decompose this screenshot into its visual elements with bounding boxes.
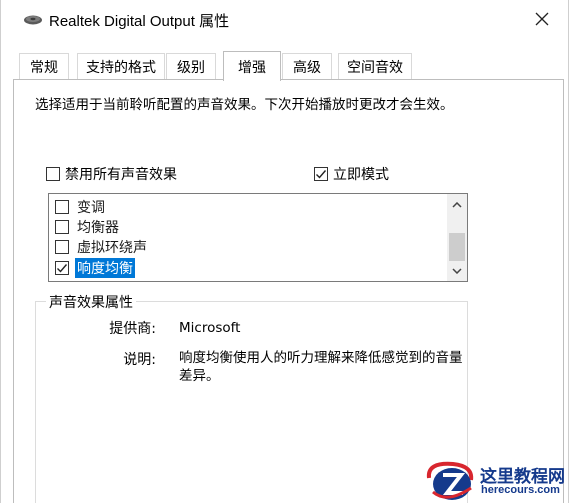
checkbox-box[interactable] — [55, 260, 69, 275]
checkbox-box[interactable] — [55, 219, 69, 234]
tab-strip: 常规 支持的格式 级别 增强 高级 空间音效 — [1, 51, 568, 81]
scroll-up-button[interactable] — [447, 196, 467, 214]
tab-general[interactable]: 常规 — [19, 53, 69, 80]
provider-label: 提供商: — [109, 321, 156, 337]
checkbox-box[interactable] — [55, 199, 69, 214]
properties-dialog: Realtek Digital Output 属性 常规 支持的格式 级别 增强… — [0, 0, 569, 503]
immediate-mode-label: 立即模式 — [333, 167, 389, 183]
immediate-mode-checkbox[interactable]: 立即模式 — [314, 164, 389, 184]
watermark-url: herecours.com — [481, 484, 560, 496]
enhancements-description: 选择适用于当前聆听配置的声音效果。下次开始播放时更改才会生效。 — [35, 97, 454, 113]
checkmark-icon — [57, 263, 68, 273]
tab-advanced[interactable]: 高级 — [282, 53, 332, 80]
checkbox-box — [46, 167, 60, 181]
effect-label: 变调 — [77, 199, 105, 216]
close-icon — [535, 12, 549, 26]
effects-list[interactable]: 变调 均衡器 虚拟环绕声 响度均衡 — [48, 193, 468, 282]
list-scrollbar[interactable] — [447, 194, 467, 281]
site-logo-icon — [426, 461, 474, 500]
disable-all-effects-checkbox[interactable]: 禁用所有声音效果 — [46, 164, 177, 184]
list-item[interactable]: 响度均衡 — [55, 257, 135, 278]
effect-label: 响度均衡 — [75, 257, 135, 278]
effect-label: 虚拟环绕声 — [77, 239, 147, 256]
site-watermark: 这里教程网 herecours.com — [423, 458, 569, 503]
scroll-down-button[interactable] — [447, 262, 467, 280]
tab-supported-formats[interactable]: 支持的格式 — [77, 53, 165, 80]
chevron-up-icon — [452, 202, 462, 208]
title-bar[interactable]: Realtek Digital Output 属性 — [1, 0, 568, 40]
close-button[interactable] — [524, 4, 560, 34]
checkbox-box[interactable] — [55, 239, 69, 254]
window-title: Realtek Digital Output 属性 — [49, 13, 230, 30]
checkbox-box — [314, 167, 328, 181]
tab-spatial-sound[interactable]: 空间音效 — [338, 53, 412, 80]
provider-value: Microsoft — [179, 320, 241, 336]
tab-levels[interactable]: 级别 — [166, 53, 216, 80]
description-value: 响度均衡使用人的听力理解来降低感觉到的音量差异。 — [179, 350, 463, 384]
list-item[interactable]: 均衡器 — [55, 217, 121, 236]
list-item[interactable]: 虚拟环绕声 — [55, 237, 149, 256]
effect-properties-group: 声音效果属性 提供商: Microsoft 说明: 响度均衡使用人的听力理解来降… — [35, 292, 468, 503]
chevron-down-icon — [452, 268, 462, 274]
description-label: 说明: — [123, 352, 156, 368]
list-item[interactable]: 变调 — [55, 197, 107, 216]
effect-label: 均衡器 — [77, 219, 119, 236]
checkmark-icon — [316, 170, 327, 179]
tab-enhancements[interactable]: 增强 — [223, 51, 281, 81]
speaker-icon — [23, 12, 43, 28]
scroll-thumb[interactable] — [449, 233, 465, 261]
disable-all-effects-label: 禁用所有声音效果 — [65, 167, 177, 183]
group-title: 声音效果属性 — [46, 292, 136, 312]
